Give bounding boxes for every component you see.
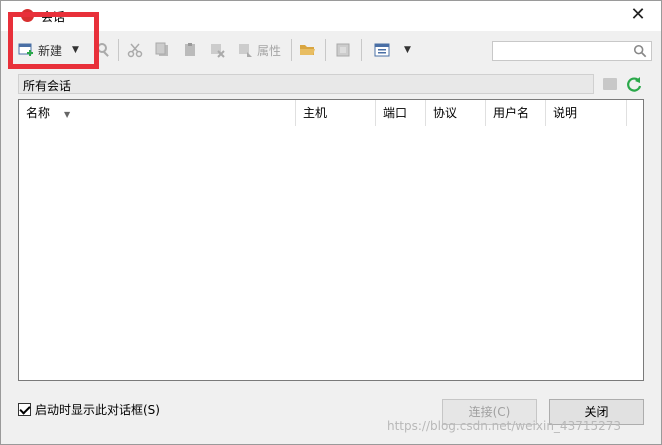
folder-path-label: 所有会话 xyxy=(23,79,72,93)
startup-checkbox-label: 启动时显示此对话框(S) xyxy=(35,403,160,417)
new-session-icon xyxy=(18,43,33,56)
export-icon[interactable] xyxy=(335,39,351,61)
search-input[interactable] xyxy=(492,41,652,61)
column-label: 名称 xyxy=(26,106,51,120)
properties-button[interactable]: 属性 xyxy=(237,39,281,61)
search-icon xyxy=(633,44,647,58)
startup-checkbox[interactable] xyxy=(18,403,31,416)
delete-icon[interactable] xyxy=(209,39,225,61)
toolbar-separator xyxy=(325,39,326,61)
folder-icon[interactable] xyxy=(603,78,617,90)
watermark: https://blog.csdn.net/weixin_43715273 xyxy=(387,419,622,433)
startup-checkbox-row[interactable]: 启动时显示此对话框(S) xyxy=(18,401,160,418)
column-header-port[interactable]: 端口 xyxy=(376,100,426,126)
close-window-icon[interactable]: ✕ xyxy=(629,6,647,24)
column-header-protocol[interactable]: 协议 xyxy=(426,100,486,126)
toolbar-separator xyxy=(118,39,119,61)
view-button[interactable]: ▼ xyxy=(374,39,411,61)
column-header-description[interactable]: 说明 xyxy=(546,100,627,126)
properties-icon xyxy=(239,44,252,57)
toolbar-separator xyxy=(361,39,362,61)
open-folder-icon[interactable] xyxy=(299,39,316,61)
column-header-name[interactable]: 名称 ▼ xyxy=(19,100,296,126)
folder-path-bar: 所有会话 xyxy=(18,74,594,94)
column-label: 端口 xyxy=(383,106,408,120)
refresh-icon[interactable] xyxy=(625,75,643,93)
column-label: 协议 xyxy=(433,106,458,120)
column-header-host[interactable]: 主机 xyxy=(296,100,376,126)
search-sessions-icon[interactable] xyxy=(96,39,112,61)
window-title: 会话 xyxy=(41,10,66,24)
paste-icon[interactable] xyxy=(182,39,198,61)
properties-label: 属性 xyxy=(257,43,282,58)
view-list-icon xyxy=(374,43,390,57)
copy-icon[interactable] xyxy=(154,39,170,61)
toolbar-separator xyxy=(291,39,292,61)
column-label: 用户名 xyxy=(493,106,530,120)
column-label: 说明 xyxy=(553,106,578,120)
new-session-button[interactable]: 新建 ▼ xyxy=(18,39,79,61)
column-header-username[interactable]: 用户名 xyxy=(486,100,546,126)
chevron-down-icon[interactable]: ▼ xyxy=(72,45,79,55)
new-session-label: 新建 xyxy=(38,43,63,58)
chevron-down-icon[interactable]: ▼ xyxy=(404,45,411,55)
title-bar: 会话 ✕ xyxy=(1,1,661,31)
sessions-dialog: 会话 ✕ 新建 ▼ 属性 ▼ 所有会话 名称 ▼ 主机 端口 协议 用户名 说明… xyxy=(0,0,662,445)
app-icon xyxy=(21,9,34,22)
session-list[interactable]: 名称 ▼ 主机 端口 协议 用户名 说明 xyxy=(18,99,644,381)
column-label: 主机 xyxy=(303,106,328,120)
cut-icon[interactable] xyxy=(127,39,143,61)
toolbar: 新建 ▼ 属性 ▼ xyxy=(2,33,660,67)
sort-arrow-icon: ▼ xyxy=(64,110,71,119)
